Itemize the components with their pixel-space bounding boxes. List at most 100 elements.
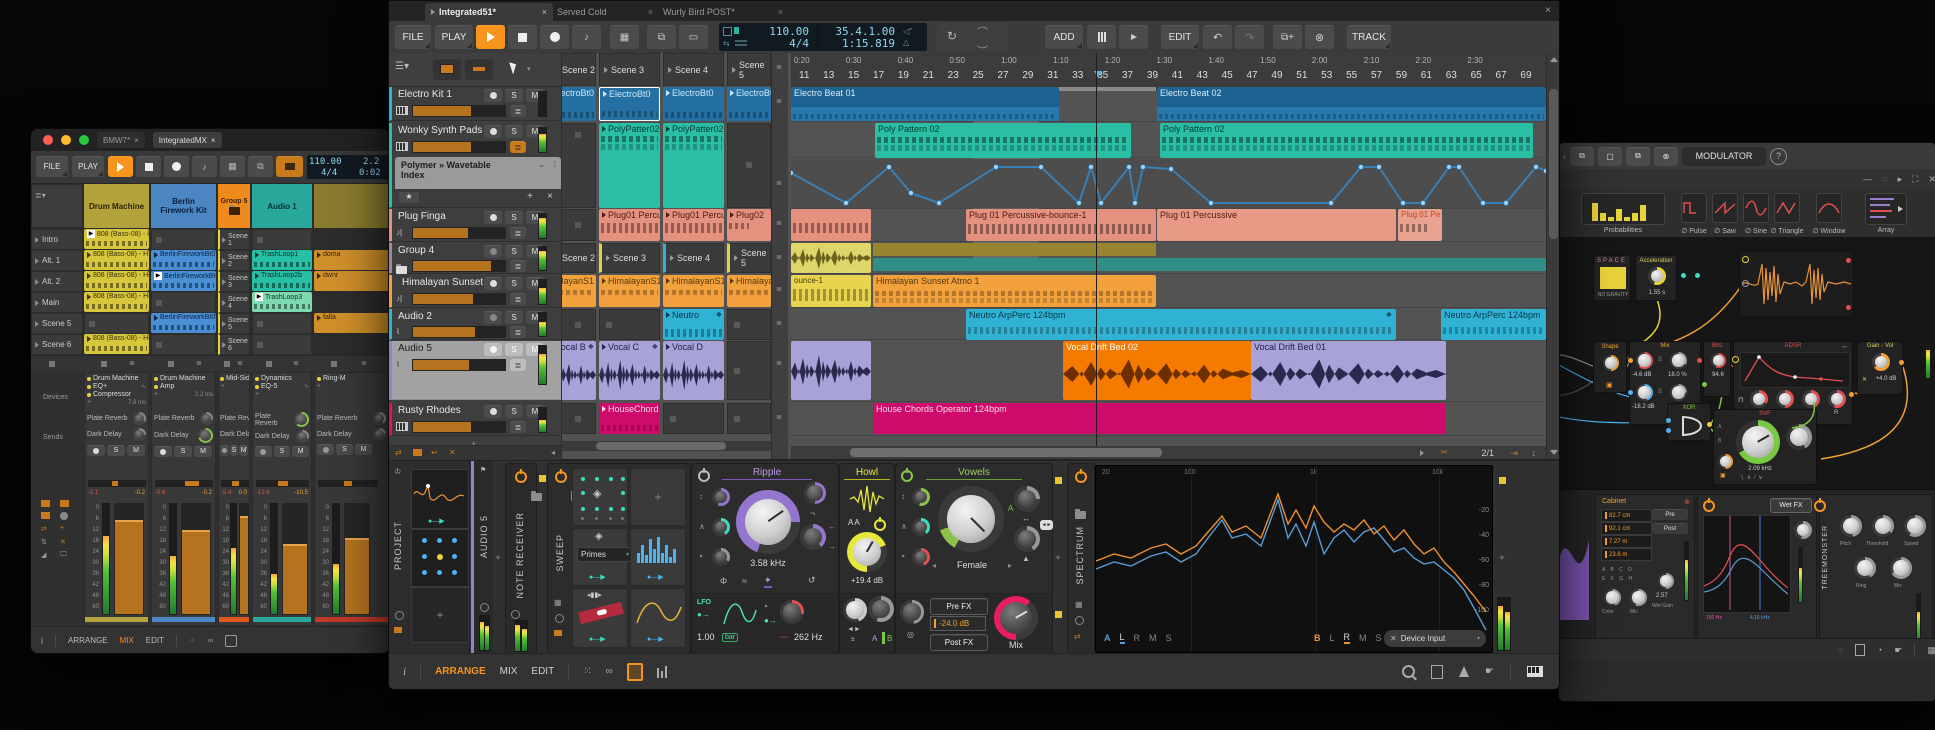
ab-knob-1[interactable]: [843, 598, 867, 622]
launcher-clip[interactable]: Vocal C❖: [599, 341, 660, 400]
scene-launch-icon[interactable]: ≣: [776, 253, 782, 261]
clip-overdub-button[interactable]: ▭: [679, 25, 708, 49]
mix-knob-4[interactable]: [1670, 384, 1687, 401]
undo-button[interactable]: ↶: [1203, 25, 1232, 49]
copy-icon[interactable]: ⧉: [1570, 147, 1594, 166]
launcher-clip[interactable]: 808 (Bass-08) - Ho: [84, 271, 149, 291]
lfo-unit[interactable]: bar: [722, 633, 738, 642]
punch-out-icon[interactable]: △: [903, 38, 909, 47]
ab-knob-2[interactable]: [868, 596, 894, 622]
acceleration-knob[interactable]: [1648, 267, 1666, 285]
mute-button[interactable]: M: [239, 445, 248, 456]
scene-header[interactable]: Scene 4: [663, 53, 724, 86]
launcher-clip[interactable]: HimalayanS1: [599, 275, 660, 307]
hamburger-icon[interactable]: ≣▾: [35, 191, 46, 200]
threshold-knob[interactable]: [1872, 515, 1894, 537]
channel-l-button[interactable]: L: [1330, 633, 1335, 643]
devices-label[interactable]: Devices: [43, 394, 68, 401]
launcher-clip[interactable]: Neutro❖: [663, 309, 724, 340]
port-out[interactable]: [1846, 305, 1851, 310]
remote-icon[interactable]: ▦: [1075, 600, 1083, 609]
wet-gain-knob[interactable]: [1658, 573, 1674, 589]
arranger-clip[interactable]: [791, 209, 871, 241]
solo-button[interactable]: S: [107, 445, 125, 456]
wave-icon[interactable]: ≈: [742, 576, 747, 586]
follow-button[interactable]: [1119, 25, 1148, 49]
arm-button[interactable]: [484, 211, 502, 224]
shape-knob[interactable]: [1603, 355, 1619, 371]
stop-icon[interactable]: [101, 361, 107, 367]
device-item[interactable]: Amp: [160, 383, 174, 390]
tab-edit[interactable]: EDIT: [531, 666, 554, 677]
channel-s-button[interactable]: S: [1166, 633, 1172, 643]
add-device-button[interactable]: +: [1055, 553, 1061, 564]
device-vowels[interactable]: Vowels ↕ ∧ ‣ A ◂ Female ▸ ↔ ▲ ◄► ◎ Pre: [895, 463, 1053, 655]
launcher-clip[interactable]: Vocal D: [663, 341, 724, 400]
track-name[interactable]: Electro Kit 1: [398, 89, 452, 100]
io-icon[interactable]: ⇄: [1074, 632, 1081, 641]
vowels-knob-3[interactable]: [912, 548, 930, 566]
mix-value[interactable]: -18.2 dB: [1632, 404, 1655, 410]
volume-fader[interactable]: [412, 227, 506, 239]
clock-icon[interactable]: [480, 603, 489, 612]
launcher-clip[interactable]: Plug01 Percu: [599, 209, 660, 241]
arranger-view-button[interactable]: [465, 58, 493, 80]
track-name[interactable]: Audio 5: [398, 343, 432, 354]
scene-launch-icon[interactable]: ≣: [776, 179, 782, 187]
empty-slot[interactable]: [151, 334, 216, 355]
cutoff-value[interactable]: 3.58 kHz: [736, 558, 800, 568]
automation-lane[interactable]: [791, 159, 1546, 208]
arranger-clip[interactable]: Poly Pattern 02: [875, 123, 1131, 158]
volume-fader[interactable]: [181, 503, 211, 615]
clock-icon[interactable]: [555, 614, 564, 623]
pitch-knob[interactable]: [1840, 515, 1862, 537]
hand-icon[interactable]: ☛: [1485, 666, 1494, 677]
track-name[interactable]: Himalayan Sunset: [402, 277, 483, 288]
arranger-clip[interactable]: [791, 341, 871, 400]
clock-icon[interactable]: [511, 610, 520, 619]
launcher-clip[interactable]: TrashLoop2b: [252, 271, 312, 291]
port-out[interactable]: [1697, 358, 1702, 363]
arranger-clip[interactable]: House Chords Operator 124bpm: [873, 403, 1446, 434]
layout-icon[interactable]: [60, 500, 69, 507]
search-icon[interactable]: ◌: [1838, 645, 1843, 655]
power-icon[interactable]: [555, 471, 567, 483]
add-device-button[interactable]: +: [154, 391, 158, 398]
trigger-mode-icon[interactable]: ↔: [1841, 343, 1848, 350]
palette-probabilities[interactable]: [1581, 193, 1665, 225]
pan-slider[interactable]: [221, 480, 249, 487]
vowels-knob-2[interactable]: [912, 518, 930, 536]
info-button[interactable]: i: [41, 636, 43, 646]
piano-icon[interactable]: [1527, 666, 1543, 677]
arranger-clip[interactable]: Plug 01 Pe: [1398, 209, 1442, 241]
stop-button[interactable]: [508, 25, 537, 49]
vzoom-icon[interactable]: ↕: [1532, 448, 1537, 458]
channel-r-button[interactable]: R: [1134, 633, 1141, 643]
track-name[interactable]: Plug Finga: [398, 211, 446, 222]
empty-slot[interactable]: [727, 403, 771, 434]
palette-triangle[interactable]: [1774, 193, 1800, 223]
play-button[interactable]: [108, 156, 133, 177]
launcher-clip[interactable]: BerlinFireworkBt05: [151, 313, 216, 333]
folder-icon[interactable]: [1075, 511, 1086, 519]
channel-header-drum-machine[interactable]: Drum Machine: [84, 184, 149, 228]
send-knob[interactable]: [133, 428, 146, 441]
folder-icon[interactable]: [531, 493, 542, 501]
fit-icon[interactable]: ⇥: [1510, 448, 1518, 459]
io-icon[interactable]: [41, 512, 50, 519]
arranger-clip[interactable]: ounce-1: [791, 275, 871, 307]
launcher-clip[interactable]: BerlinFireworkBt0: [151, 250, 216, 270]
empty-slot[interactable]: [84, 313, 149, 334]
color-knob[interactable]: [1604, 589, 1621, 606]
filter-mod-knob[interactable]: [1718, 454, 1733, 469]
swap-icon[interactable]: ⇅: [41, 538, 56, 547]
routing-button[interactable]: ≣: [510, 326, 526, 338]
module-filter[interactable]: SVF A B ▣ 2.09 kHz ∖∧∕∨: [1713, 409, 1817, 485]
delete-button[interactable]: ⊗: [1305, 25, 1334, 49]
routing-button[interactable]: ≣: [510, 421, 526, 433]
scene-header[interactable]: Scene 5: [727, 53, 771, 86]
arm-button[interactable]: [484, 343, 502, 356]
device-item[interactable]: Drum Machine: [160, 375, 206, 382]
device-title[interactable]: NOTE RECEIVER: [515, 512, 525, 599]
add-modulator-button[interactable]: +: [630, 468, 686, 526]
